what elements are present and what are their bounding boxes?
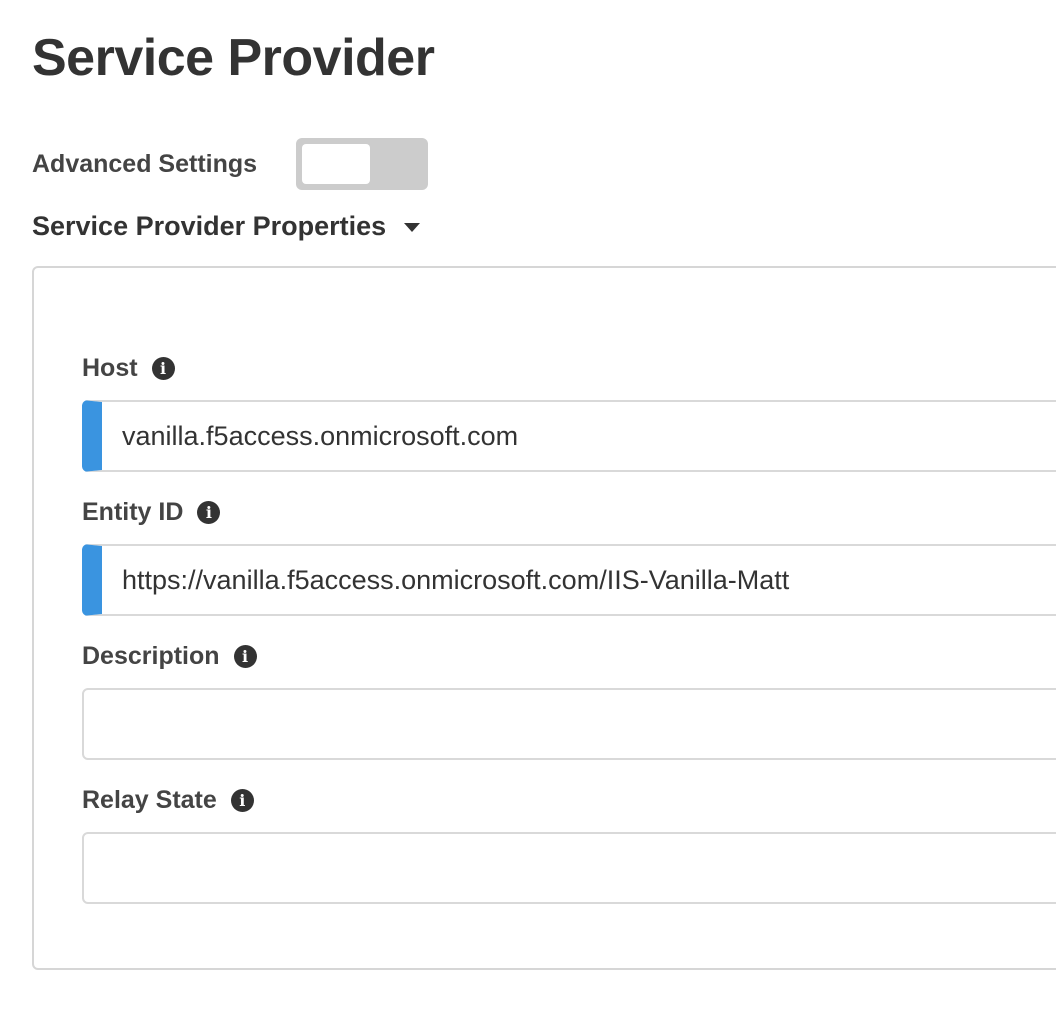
info-icon[interactable]: i (151, 356, 175, 380)
field-label-entity-id: Entity ID (82, 497, 184, 526)
description-input-wrapper (82, 688, 1056, 760)
field-label-host: Host (82, 353, 138, 382)
field-host: Host i (82, 350, 1056, 472)
info-icon[interactable]: i (230, 788, 254, 812)
advanced-settings-label: Advanced Settings (32, 149, 258, 178)
relay-state-input-wrapper (82, 832, 1056, 904)
field-label-relay-state: Relay State (82, 785, 217, 814)
toggle-knob (302, 144, 370, 184)
field-label-description: Description (82, 641, 220, 670)
entity-id-input[interactable] (102, 546, 1056, 614)
field-entity-id: Entity ID i (82, 494, 1056, 616)
entity-id-input-wrapper (82, 544, 1056, 616)
field-description: Description i (82, 638, 1056, 760)
section-header-service-provider-properties[interactable]: Service Provider Properties (32, 206, 421, 246)
relay-state-input[interactable] (84, 834, 1056, 902)
info-icon[interactable]: i (197, 500, 221, 524)
section-title: Service Provider Properties (32, 210, 387, 241)
advanced-settings-row: Advanced Settings (32, 138, 428, 190)
host-input[interactable] (102, 402, 1056, 470)
page-title: Service Provider (32, 29, 435, 87)
advanced-settings-toggle[interactable] (296, 138, 428, 190)
caret-down-icon (404, 222, 421, 232)
info-icon[interactable]: i (233, 644, 257, 668)
field-relay-state: Relay State i (82, 782, 1056, 904)
host-input-wrapper (82, 400, 1056, 472)
description-input[interactable] (84, 690, 1056, 758)
